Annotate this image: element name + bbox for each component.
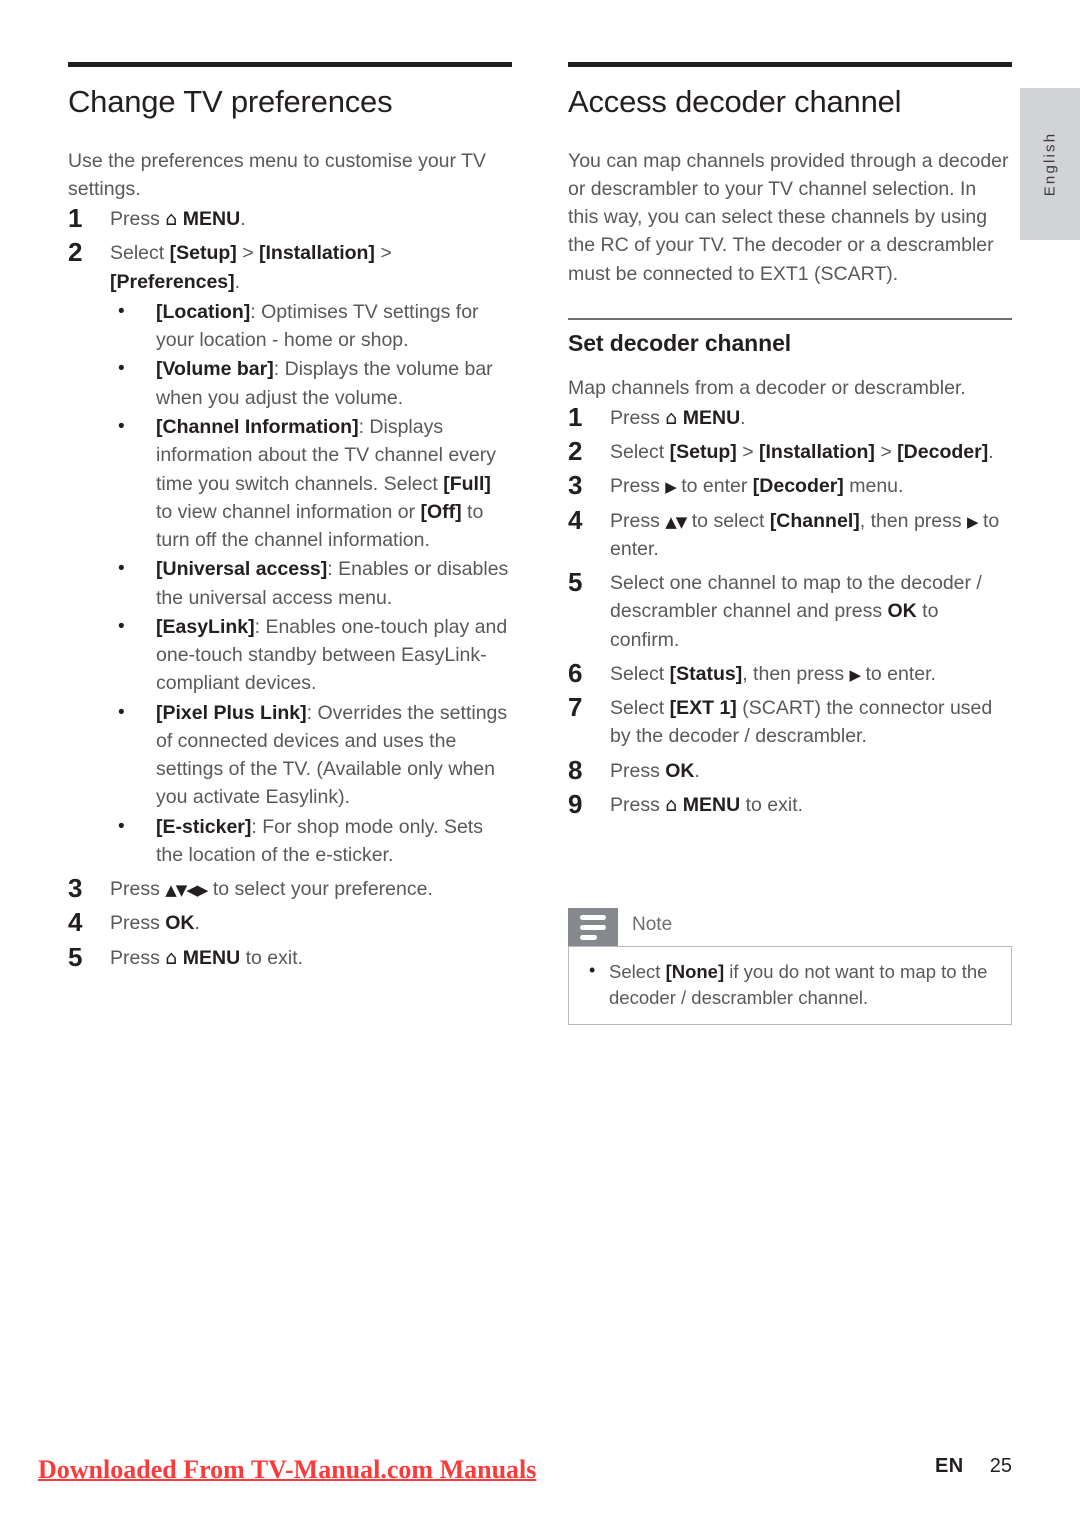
step-item: Press ⌂ MENU. bbox=[568, 401, 746, 434]
option-term-universal-access: [Universal access] bbox=[156, 558, 328, 581]
right-arrow-icon: ▶ bbox=[849, 665, 862, 684]
right-column: Access decoder channel You can map chann… bbox=[568, 62, 1012, 821]
right-intro-paragraph: You can map channels provided through a … bbox=[568, 149, 1009, 285]
preference-option-list: [Location]: Optimises TV settings for yo… bbox=[114, 298, 512, 869]
list-item: [Volume bar]: Displays the volume bar wh… bbox=[114, 355, 512, 412]
menu-path-decoder: [Decoder] bbox=[752, 475, 844, 498]
language-side-tab-label: English bbox=[1041, 131, 1059, 197]
footer-language-code: EN bbox=[934, 1455, 964, 1477]
note-box: Note Select [None] if you do not want to… bbox=[568, 908, 1012, 1026]
footer-watermark[interactable]: Downloaded From TV-Manual.com Manuals bbox=[38, 1455, 536, 1485]
list-item: [Channel Information]: Displays informat… bbox=[114, 413, 512, 554]
ok-key-label: OK bbox=[665, 759, 695, 782]
list-item: [Universal access]: Enables or disables … bbox=[114, 555, 512, 612]
note-item-list: Select [None] if you do not want to map … bbox=[583, 958, 997, 1010]
list-item: [EasyLink]: Enables one-touch play and o… bbox=[114, 613, 512, 698]
menu-key-label: MENU bbox=[182, 208, 241, 231]
right-step-list: Press ⌂ MENU. Select [Setup] > [Installa… bbox=[568, 401, 1012, 821]
menu-key-label: MENU bbox=[682, 793, 741, 816]
step-item: Press ⌂ MENU to exit. bbox=[68, 941, 304, 974]
menu-item-none: [None] bbox=[665, 961, 725, 982]
menu-path-installation: [Installation] bbox=[759, 441, 875, 464]
step-item: Press ⌂ MENU. bbox=[68, 202, 246, 235]
ok-key-label: OK bbox=[887, 600, 917, 623]
list-item: [Location]: Optimises TV settings for yo… bbox=[114, 298, 512, 355]
note-label: Note bbox=[632, 914, 673, 935]
menu-key-label: MENU bbox=[682, 406, 741, 429]
list-item: Select [None] if you do not want to map … bbox=[583, 958, 997, 1010]
home-menu-icon: ⌂ bbox=[165, 208, 178, 231]
left-page-title: Change TV preferences bbox=[68, 84, 393, 119]
menu-path-decoder: [Decoder] bbox=[897, 441, 989, 464]
left-title-rule bbox=[68, 62, 512, 67]
home-menu-icon: ⌂ bbox=[665, 406, 678, 429]
list-item: [E-sticker]: For shop mode only. Sets th… bbox=[114, 813, 512, 870]
option-term-channel-information: [Channel Information] bbox=[156, 415, 359, 438]
left-intro-paragraph: Use the preferences menu to customise yo… bbox=[68, 149, 487, 200]
menu-item-ext1: [EXT 1] bbox=[669, 697, 737, 720]
left-column: Change TV preferences Use the preference… bbox=[68, 62, 512, 974]
footer-page-number: 25 bbox=[989, 1455, 1012, 1477]
menu-item-channel: [Channel] bbox=[769, 509, 860, 532]
home-menu-icon: ⌂ bbox=[165, 946, 178, 969]
option-term-e-sticker: [E-sticker] bbox=[156, 815, 252, 838]
right-subsection-title: Set decoder channel bbox=[568, 329, 792, 356]
step-item: Select [Status], then press ▶ to enter. bbox=[568, 657, 936, 690]
right-title-rule bbox=[568, 62, 1012, 67]
right-lead-paragraph: Map channels from a decoder or descrambl… bbox=[568, 376, 966, 399]
note-lines-icon bbox=[568, 908, 618, 946]
up-down-arrows-icon: ▲▼ bbox=[665, 512, 687, 531]
right-subtitle-rule bbox=[568, 317, 1012, 320]
note-header: Note bbox=[568, 908, 1012, 946]
ok-key-label: OK bbox=[165, 912, 195, 935]
step-item: Select [Setup] > [Installation] > [Prefe… bbox=[68, 236, 512, 869]
step-item: Press ▲▼ to select [Channel], then press… bbox=[568, 504, 1000, 560]
menu-item-status: [Status] bbox=[669, 662, 743, 685]
option-term-volume-bar: [Volume bar] bbox=[156, 358, 274, 381]
footer-page-info: EN 25 bbox=[935, 1455, 1012, 1478]
option-term-location: [Location] bbox=[156, 300, 251, 323]
home-menu-icon: ⌂ bbox=[665, 793, 678, 816]
option-term-pixel-plus-link: [Pixel Plus Link] bbox=[156, 701, 307, 724]
navigation-arrows-icon: ▲▼◀▶ bbox=[165, 881, 208, 900]
left-step-list: Press ⌂ MENU. Select [Setup] > [Installa… bbox=[68, 202, 512, 974]
menu-path-setup: [Setup] bbox=[169, 242, 237, 265]
option-value-full: [Full] bbox=[443, 472, 491, 495]
menu-key-label: MENU bbox=[182, 946, 241, 969]
option-value-off: [Off] bbox=[420, 500, 462, 523]
step-item: Select [EXT 1] (SCART) the connector use… bbox=[568, 691, 993, 748]
step-item: Press ⌂ MENU to exit. bbox=[568, 788, 804, 821]
note-body: Select [None] if you do not want to map … bbox=[568, 946, 1012, 1026]
step-item: Press ▲▼◀▶ to select your preference. bbox=[68, 872, 433, 905]
list-item: [Pixel Plus Link]: Overrides the setting… bbox=[114, 699, 512, 812]
menu-path-preferences: [Preferences] bbox=[110, 270, 235, 293]
step-item: Press ▶ to enter [Decoder] menu. bbox=[568, 469, 904, 502]
right-page-title: Access decoder channel bbox=[568, 84, 902, 119]
step-item: Press OK. bbox=[68, 906, 200, 939]
step-item: Select [Setup] > [Installation] > [Decod… bbox=[568, 435, 994, 468]
step-item: Select one channel to map to the decoder… bbox=[568, 566, 982, 651]
language-side-tab: English bbox=[1020, 88, 1080, 240]
menu-path-setup: [Setup] bbox=[669, 441, 737, 464]
right-arrow-icon: ▶ bbox=[967, 512, 979, 531]
menu-path-installation: [Installation] bbox=[259, 242, 375, 265]
manual-page: English Change TV preferences Use the pr… bbox=[0, 0, 1080, 1530]
step-item: Press OK. bbox=[568, 754, 700, 787]
right-arrow-icon: ▶ bbox=[665, 478, 677, 497]
option-term-easylink: [EasyLink] bbox=[156, 615, 255, 638]
